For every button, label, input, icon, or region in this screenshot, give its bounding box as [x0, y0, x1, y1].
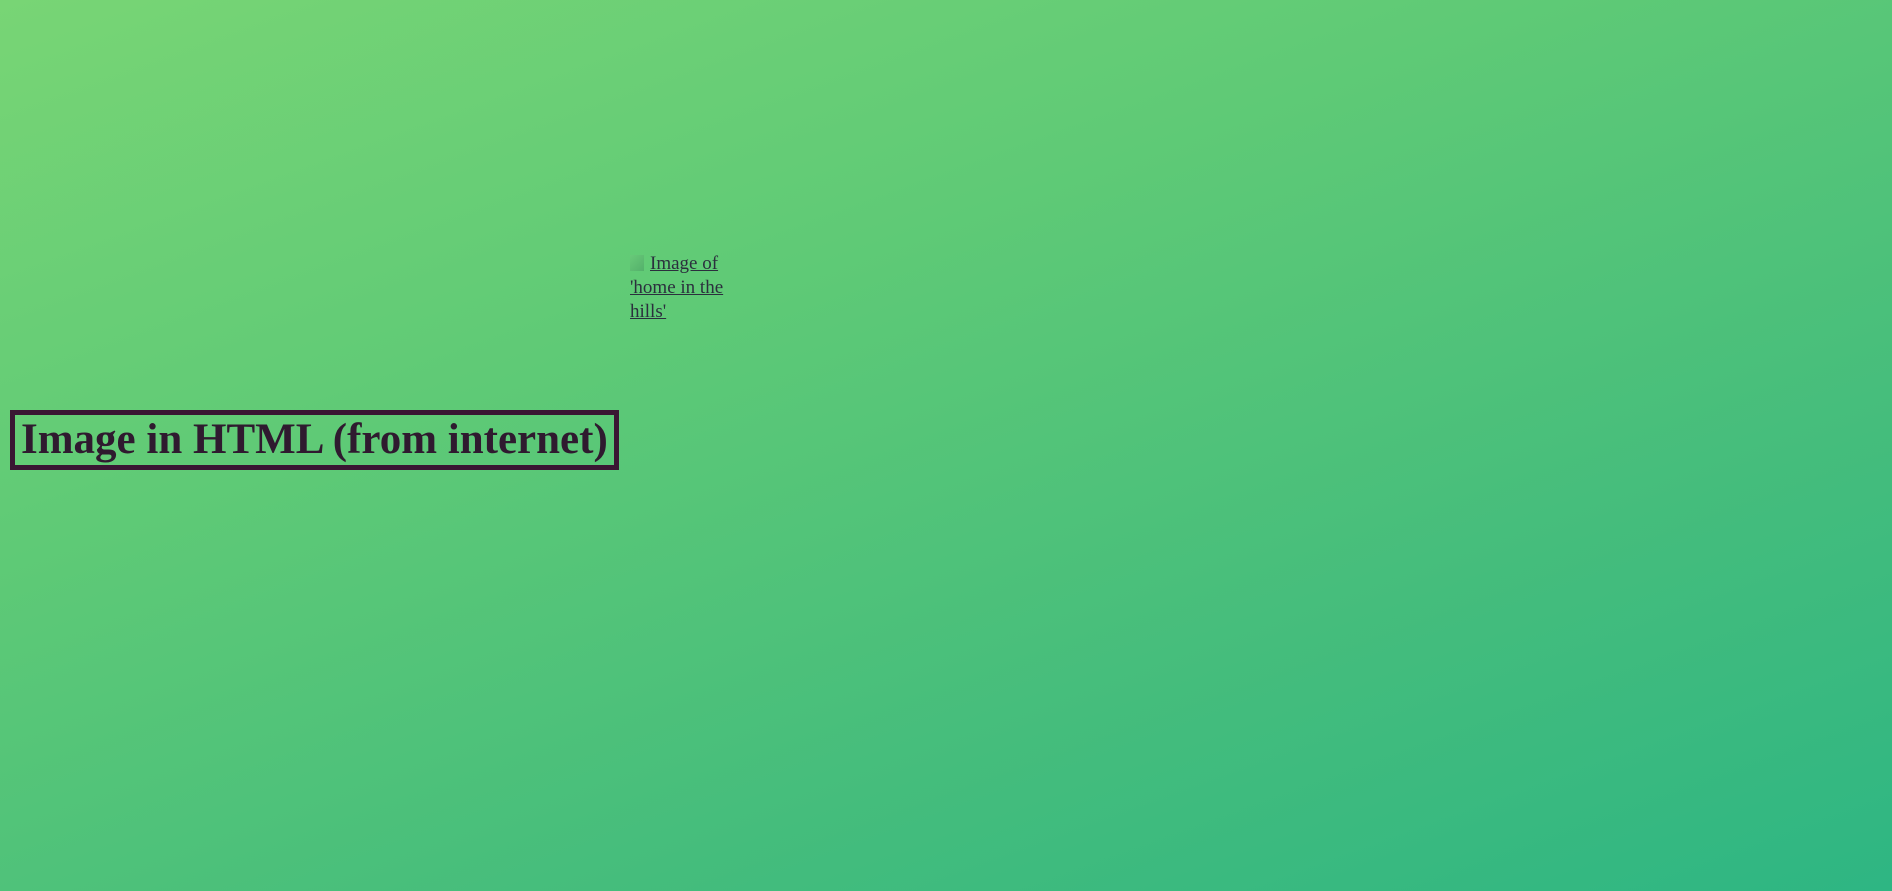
broken-image-icon: [630, 255, 644, 271]
home-in-the-hills-image-link[interactable]: Image of 'home in the hills': [630, 252, 740, 324]
page: { "page": { "heading": "Image in HTML (f…: [0, 0, 1892, 891]
page-heading: Image in HTML (from internet): [10, 410, 619, 470]
